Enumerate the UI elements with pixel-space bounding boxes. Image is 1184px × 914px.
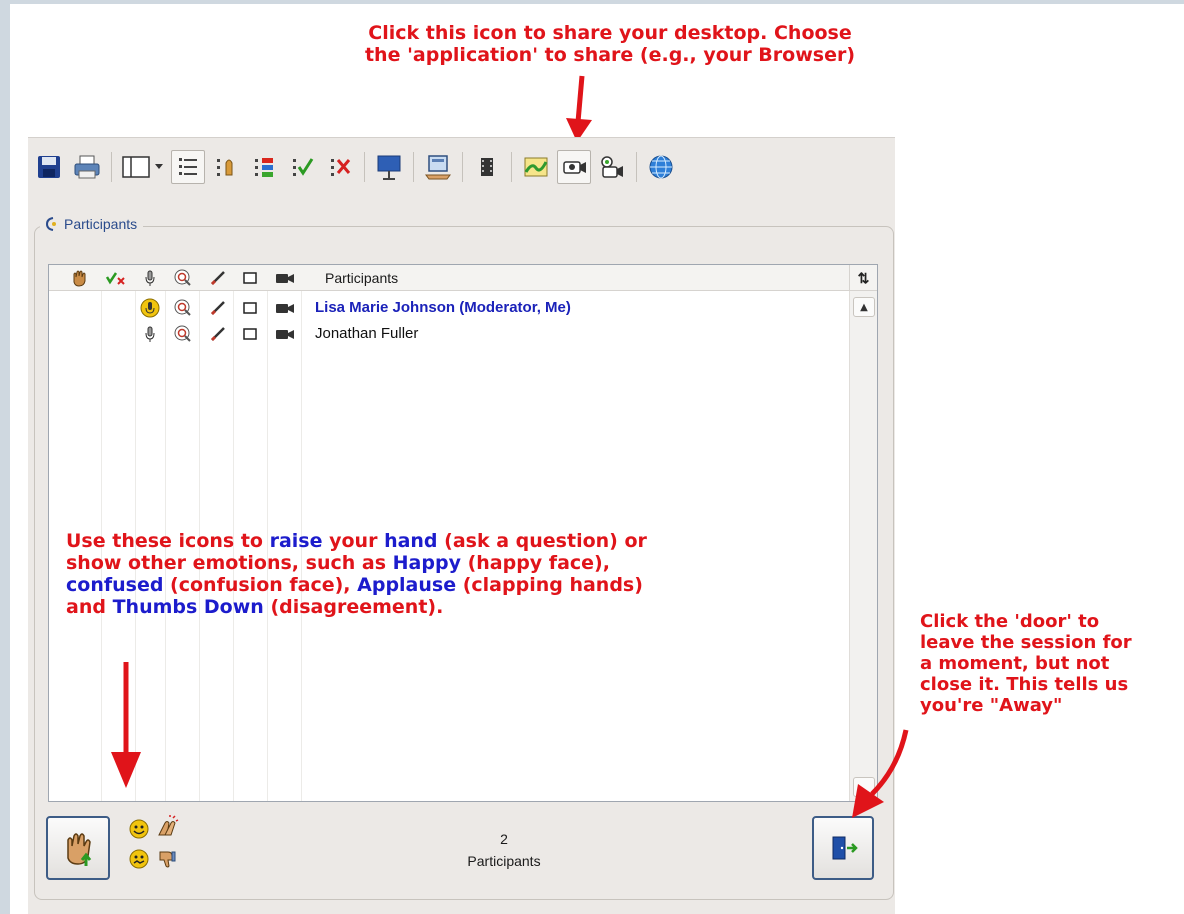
status-check-icon[interactable] (103, 265, 129, 291)
participant-count: 2 Participants (424, 828, 584, 872)
thumbs-down-icon[interactable] (154, 846, 180, 872)
toolbar (28, 144, 895, 190)
annotation-highlight: hand (384, 530, 438, 552)
microphone-icon[interactable] (139, 265, 161, 291)
annotation-line: you're "Away" (920, 695, 1063, 716)
annotation-line: Click the 'door' to (920, 611, 1100, 632)
raise-hand-list-icon[interactable] (209, 150, 243, 184)
microphone-active-icon[interactable] (139, 295, 161, 321)
annotation-line: Click this icon to share your desktop. C… (368, 22, 852, 44)
annotation-text: (clapping hands) (456, 574, 643, 596)
video-icon[interactable] (271, 295, 299, 321)
save-icon[interactable] (32, 150, 66, 184)
film-icon[interactable] (470, 150, 504, 184)
raise-hand-button[interactable] (46, 816, 110, 880)
list-view-icon[interactable] (171, 150, 205, 184)
door-icon (832, 836, 858, 860)
annotation-line: the 'application' to share (e.g., your B… (364, 44, 856, 66)
participants-icon (45, 217, 56, 231)
pen-icon[interactable] (205, 265, 231, 291)
arrow-to-share-icon (566, 75, 592, 142)
annotation-emotions: Use these icons to raise your hand (ask … (66, 530, 826, 618)
annotation-line: leave the session for (920, 632, 1132, 653)
annotation-text: and (66, 596, 113, 618)
chat-icon[interactable] (170, 321, 196, 347)
annotation-line: confused (confusion face), Applause (cla… (66, 574, 826, 596)
pen-icon[interactable] (205, 321, 231, 347)
pen-icon[interactable] (205, 295, 231, 321)
video-icon[interactable] (271, 321, 299, 347)
toolbar-separator (413, 152, 414, 182)
participant-row[interactable]: Jonathan Fuller (49, 321, 849, 347)
participant-name[interactable]: Jonathan Fuller (315, 321, 418, 347)
sort-button[interactable]: ⇅ (849, 265, 877, 291)
annotation-line: Use these icons to raise your hand (ask … (66, 530, 826, 552)
window-icon[interactable] (237, 265, 263, 291)
cameras-icon[interactable] (595, 150, 629, 184)
annotation-line: a moment, but not (920, 653, 1110, 674)
annotation-share-desktop: Click this icon to share your desktop. C… (310, 22, 910, 66)
microphone-icon[interactable] (139, 321, 161, 347)
annotation-text: your (322, 530, 385, 552)
scroll-up-button[interactable]: ▲ (853, 297, 875, 317)
annotation-line: close it. This tells us (920, 674, 1129, 695)
arrow-to-door-button (852, 729, 909, 818)
window-icon[interactable] (237, 321, 263, 347)
raise-hand-icon (67, 833, 92, 866)
annotation-text: (disagreement). (263, 596, 444, 618)
annotation-text: Use these icons to (66, 530, 270, 552)
happy-face-icon[interactable] (126, 816, 152, 842)
web-icon[interactable] (644, 150, 678, 184)
toolbar-separator (364, 152, 365, 182)
app-window: Participants Participants ⇅ Lisa Marie J… (28, 137, 895, 914)
bottom-bar: 2 Participants (44, 808, 880, 880)
annotation-text: show other emotions, such as (66, 552, 393, 574)
annotation-text: (ask a question) or (437, 530, 647, 552)
toolbar-separator (511, 152, 512, 182)
annotation-highlight: confused (66, 574, 164, 596)
annotation-text: (confusion face), (163, 574, 358, 596)
annotation-highlight: raise (269, 530, 323, 552)
participant-count-number: 2 (500, 831, 508, 847)
camera-icon[interactable] (557, 150, 591, 184)
annotation-highlight: Happy (392, 552, 461, 574)
status-list-icon[interactable] (247, 150, 281, 184)
annotation-highlight: Applause (357, 574, 457, 596)
participants-column-header[interactable]: Participants (325, 265, 398, 291)
participant-count-label: Participants (467, 853, 541, 869)
video-icon[interactable] (271, 265, 299, 291)
annotation-highlight: Thumbs Down (112, 596, 264, 618)
map-icon[interactable] (519, 150, 553, 184)
chat-icon[interactable] (170, 265, 196, 291)
annotation-line: and Thumbs Down (disagreement). (66, 596, 826, 618)
participant-name[interactable]: Lisa Marie Johnson (Moderator, Me) (315, 295, 571, 321)
share-desktop-icon[interactable] (421, 150, 455, 184)
whiteboard-icon[interactable] (372, 150, 406, 184)
participants-group-title: Participants (40, 216, 144, 232)
applause-icon[interactable] (154, 814, 180, 840)
arrow-to-emotion-icons (111, 662, 141, 788)
print-icon[interactable] (70, 150, 104, 184)
away-door-button[interactable] (812, 816, 874, 880)
hand-icon[interactable] (67, 265, 91, 291)
chat-icon[interactable] (170, 295, 196, 321)
list-header: Participants ⇅ (49, 265, 877, 291)
confused-face-icon[interactable] (126, 846, 152, 872)
toolbar-separator (636, 152, 637, 182)
toolbar-separator (111, 152, 112, 182)
layout-icon[interactable] (119, 150, 167, 184)
check-icon[interactable] (285, 150, 319, 184)
clear-status-icon[interactable] (323, 150, 357, 184)
toolbar-separator (462, 152, 463, 182)
participants-title: Participants (64, 216, 138, 232)
participant-row[interactable]: Lisa Marie Johnson (Moderator, Me) (49, 295, 849, 321)
scrollbar[interactable]: ▲ (849, 291, 877, 801)
annotation-line: show other emotions, such as Happy (happ… (66, 552, 826, 574)
annotation-text: (happy face), (460, 552, 610, 574)
annotation-away-door: Click the 'door' to leave the session fo… (920, 611, 1184, 716)
window-icon[interactable] (237, 295, 263, 321)
